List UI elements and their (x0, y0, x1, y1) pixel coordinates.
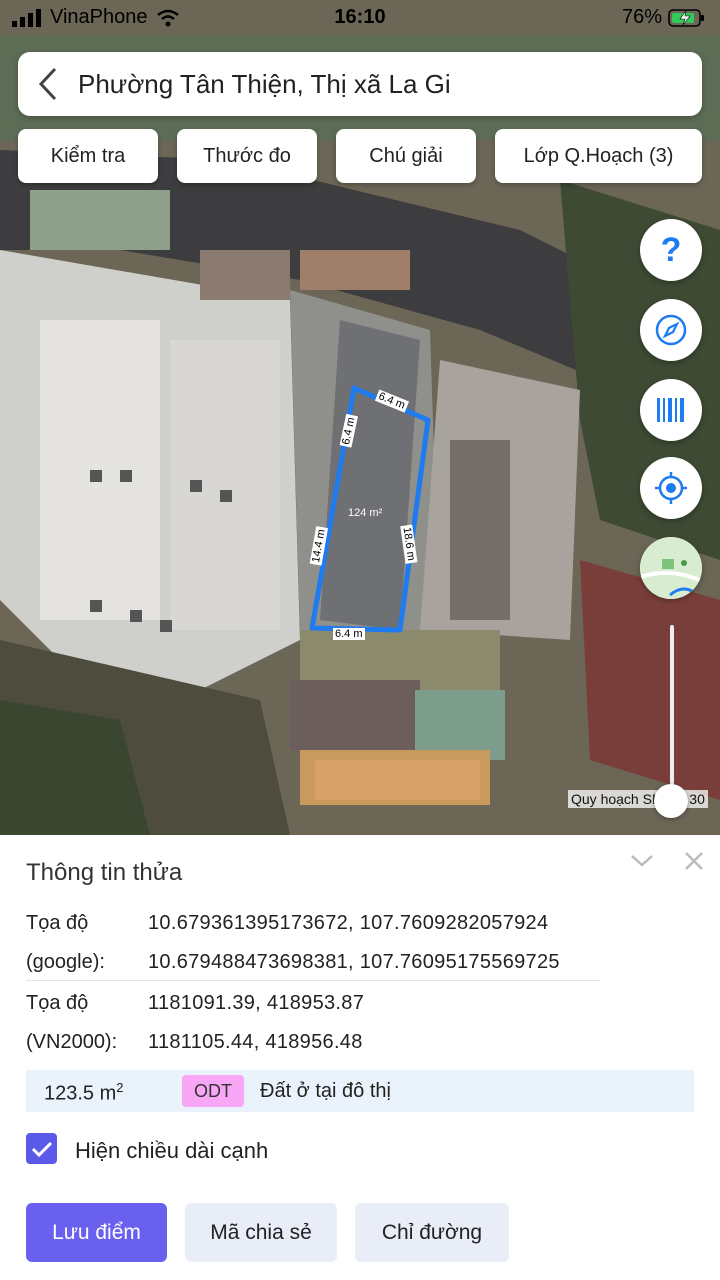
parcel-area-label: 124 m² (348, 507, 383, 519)
parcel-outline[interactable] (0, 0, 720, 835)
satellite-map[interactable]: 6.4 m 6.4 m 14.4 m 18.6 m 6.4 m 124 m² (0, 0, 720, 835)
help-button[interactable]: ? (640, 219, 702, 281)
close-button[interactable] (684, 851, 704, 876)
barcode-button[interactable] (640, 379, 702, 441)
coord-google-value-2: 10.679488473698381, 107.76095175569725 (148, 951, 560, 973)
coord-vn2000-label-2: (VN2000): (26, 1031, 118, 1053)
coord-google-label-1: Tọa độ (26, 912, 89, 934)
my-location-button[interactable] (640, 457, 702, 519)
save-point-button[interactable]: Lưu điểm (26, 1203, 167, 1262)
land-type: Đất ở tại đô thị (260, 1080, 391, 1102)
compass-icon (655, 314, 687, 346)
checkmark-icon (31, 1141, 52, 1157)
close-icon (685, 852, 703, 870)
parcel-info-panel: Thông tin thửa Tọa độ 10.679361395173672… (0, 835, 720, 1280)
land-use-summary: 123.5 m2 ODT Đất ở tại đô thị (26, 1070, 694, 1112)
coord-vn2000-label-1: Tọa độ (26, 992, 89, 1014)
divider (26, 980, 600, 981)
location-header: Phường Tân Thiện, Thị xã La Gi (18, 52, 702, 116)
chevron-left-icon (38, 67, 57, 101)
edge-length-bottom: 6.4 m (333, 628, 365, 640)
status-bar: VinaPhone 16:10 76% (0, 0, 720, 36)
chevron-down-icon (631, 855, 653, 867)
opacity-slider-knob[interactable] (654, 784, 688, 818)
legend-button[interactable]: Chú giải (336, 129, 476, 183)
collapse-button[interactable] (630, 853, 654, 874)
battery-charging-icon (668, 8, 704, 27)
opacity-slider-track[interactable] (670, 625, 674, 800)
coord-vn2000-value-2: 1181105.44, 418956.48 (148, 1031, 363, 1053)
back-button[interactable] (18, 52, 78, 116)
parcel-area: 123.5 m2 (44, 1080, 124, 1105)
coord-vn2000-value-1: 1181091.39, 418953.87 (148, 992, 365, 1014)
land-code-badge: ODT (182, 1075, 244, 1107)
check-button[interactable]: Kiểm tra (18, 129, 158, 183)
ruler-button[interactable]: Thước đo (177, 129, 317, 183)
question-icon: ? (660, 230, 682, 269)
directions-button[interactable]: Chỉ đường (355, 1203, 509, 1262)
panel-title: Thông tin thửa (26, 859, 183, 886)
battery-group: 76% (622, 6, 706, 29)
coord-google-value-1: 10.679361395173672, 107.7609282057924 (148, 912, 549, 934)
share-code-button[interactable]: Mã chia sẻ (185, 1203, 337, 1262)
clock: 16:10 (334, 6, 386, 28)
battery-percent: 76% (621, 6, 662, 28)
show-edge-length-label[interactable]: Hiện chiều dài cạnh (75, 1138, 268, 1164)
crosshair-location-icon (655, 472, 687, 504)
map-thumbnail-icon (640, 537, 702, 599)
compass-button[interactable] (640, 299, 702, 361)
map-type-button[interactable] (640, 537, 702, 599)
show-edge-length-checkbox[interactable] (26, 1133, 57, 1164)
location-title: Phường Tân Thiện, Thị xã La Gi (78, 68, 451, 99)
barcode-icon (657, 398, 684, 422)
coord-google-label-2: (google): (26, 951, 105, 973)
planning-layer-button[interactable]: Lớp Q.Hoạch (3) (495, 129, 702, 183)
